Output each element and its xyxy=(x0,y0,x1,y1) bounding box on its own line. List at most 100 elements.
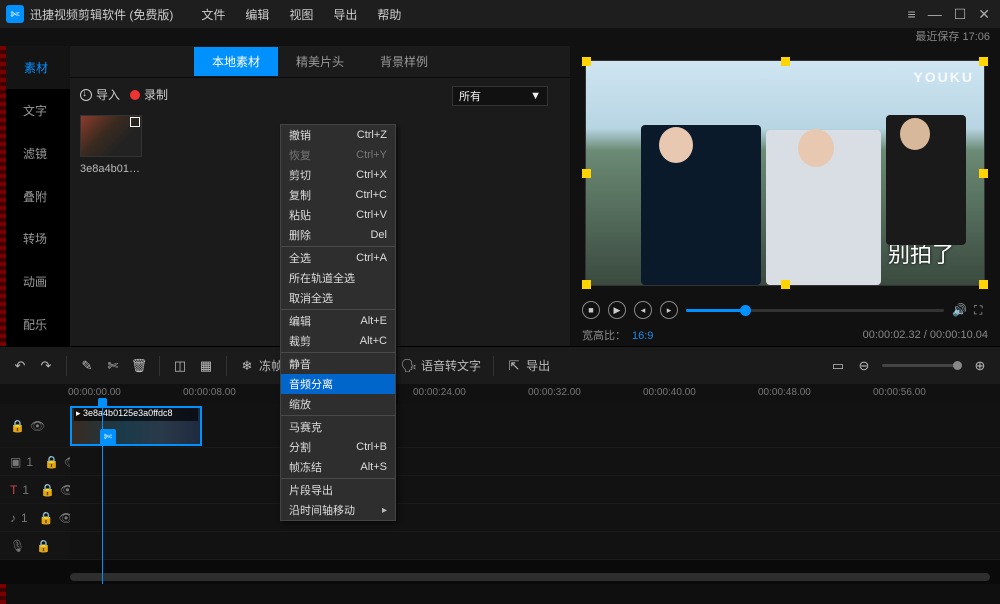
volume-icon[interactable]: 🔊 xyxy=(952,303,966,317)
delete-icon[interactable]: 🗑 xyxy=(131,358,147,374)
tab-intros[interactable]: 精美片头 xyxy=(278,47,362,76)
ctx-item[interactable]: 复制Ctrl+C xyxy=(281,185,395,205)
undo-icon[interactable]: ↶ xyxy=(12,358,28,374)
fullscreen-icon[interactable]: ⛶ xyxy=(974,303,988,317)
lock-icon[interactable]: 🔒 xyxy=(36,539,51,553)
media-thumbnail[interactable]: 3e8a4b012... xyxy=(80,115,142,175)
resize-handle[interactable] xyxy=(582,280,591,289)
zoom-in-icon[interactable]: ⊕ xyxy=(972,358,988,374)
playhead[interactable] xyxy=(102,404,103,584)
lock-icon[interactable]: 🔒 xyxy=(39,511,54,525)
close-icon[interactable]: ✕ xyxy=(978,6,990,23)
eye-icon[interactable]: 👁 xyxy=(30,419,45,433)
fit-icon[interactable]: ▭ xyxy=(830,358,846,374)
ctx-item[interactable]: 沿时间轴移动▸ xyxy=(281,500,395,520)
ctx-item[interactable]: 缩放 xyxy=(281,394,395,414)
settings-icon[interactable]: ≡ xyxy=(908,6,916,23)
next-frame-button[interactable]: ▸ xyxy=(660,301,678,319)
tab-local-media[interactable]: 本地素材 xyxy=(194,47,278,76)
track-header-text[interactable]: T1🔒👁 xyxy=(0,476,70,503)
speech-icon: 🗣 xyxy=(401,358,417,374)
resize-handle[interactable] xyxy=(781,280,790,289)
nav-animation[interactable]: 动画 xyxy=(0,260,70,303)
ctx-item[interactable]: 静音 xyxy=(281,354,395,374)
ctx-item[interactable]: 帧冻结Alt+S xyxy=(281,457,395,477)
cut-icon[interactable]: ✄ xyxy=(105,358,121,374)
stop-button[interactable]: ■ xyxy=(582,301,600,319)
horizontal-scrollbar[interactable] xyxy=(70,572,994,582)
timeline-toolbar: ↶ ↷ ✎ ✄ 🗑 ◫ ▦ ❄冻帧 ◷时长 🎤配音 🗣语音转文字 ⇱导出 ▭ ⊖… xyxy=(0,346,1000,384)
ctx-item[interactable]: 全选Ctrl+A xyxy=(281,248,395,268)
import-button[interactable]: 导入 xyxy=(80,86,120,103)
tab-bg-samples[interactable]: 背景样例 xyxy=(362,47,446,76)
record-button[interactable]: 录制 xyxy=(130,86,168,103)
resize-handle[interactable] xyxy=(781,57,790,66)
resize-handle[interactable] xyxy=(979,169,988,178)
ctx-item[interactable]: 粘贴Ctrl+V xyxy=(281,205,395,225)
figure xyxy=(900,118,930,150)
export-icon: ⇱ xyxy=(506,358,522,374)
menu-help[interactable]: 帮助 xyxy=(367,6,411,23)
media-panel: 本地素材 精美片头 背景样例 导入 录制 所有▼ 3e8a4b012... 撤销… xyxy=(70,46,570,346)
zoom-slider[interactable] xyxy=(882,364,962,367)
ctx-item[interactable]: 裁剪Alt+C xyxy=(281,331,395,351)
nav-text[interactable]: 文字 xyxy=(0,89,70,132)
ctx-item[interactable]: 剪切Ctrl+X xyxy=(281,165,395,185)
crop-icon[interactable]: ◫ xyxy=(172,358,188,374)
nav-music[interactable]: 配乐 xyxy=(0,303,70,346)
zoom-out-icon[interactable]: ⊖ xyxy=(856,358,872,374)
menu-export[interactable]: 导出 xyxy=(323,6,367,23)
resize-handle[interactable] xyxy=(979,280,988,289)
maximize-icon[interactable]: ☐ xyxy=(954,6,967,23)
redo-icon[interactable]: ↷ xyxy=(38,358,54,374)
stt-button[interactable]: 🗣语音转文字 xyxy=(401,357,481,374)
nav-overlay[interactable]: 叠附 xyxy=(0,175,70,218)
chevron-down-icon: ▼ xyxy=(530,90,541,102)
time-display: 00:00:02.32 / 00:00:10.04 xyxy=(863,329,988,341)
nav-transition[interactable]: 转场 xyxy=(0,217,70,260)
progress-knob[interactable] xyxy=(740,305,751,316)
ctx-item[interactable]: 撤销Ctrl+Z xyxy=(281,125,395,145)
track-header-audio[interactable]: ♪1🔒👁 xyxy=(0,504,70,531)
record-icon xyxy=(130,90,140,100)
lock-icon[interactable]: 🔒 xyxy=(40,483,55,497)
progress-track[interactable] xyxy=(686,309,944,312)
export-button[interactable]: ⇱导出 xyxy=(506,357,550,374)
preview-canvas[interactable]: YOUKU 别拍了 xyxy=(585,60,985,286)
ctx-item[interactable]: 编辑Alt+E xyxy=(281,311,395,331)
resize-handle[interactable] xyxy=(979,57,988,66)
ctx-item[interactable]: 取消全选 xyxy=(281,288,395,308)
ctx-item[interactable]: 片段导出 xyxy=(281,480,395,500)
media-filter-dropdown[interactable]: 所有▼ xyxy=(452,86,548,106)
menu-edit[interactable]: 编辑 xyxy=(235,6,279,23)
ctx-item[interactable]: 恢复Ctrl+Y xyxy=(281,145,395,165)
timeline-tracks: 🔒👁 ▸ 3e8a4b0125e3a0ffdc8 ✄ ▣1🔒👁 T1🔒👁 ♪1🔒… xyxy=(0,404,1000,584)
nav-filter[interactable]: 滤镜 xyxy=(0,132,70,175)
menu-view[interactable]: 视图 xyxy=(279,6,323,23)
lock-icon[interactable]: 🔒 xyxy=(10,419,25,433)
ctx-item[interactable]: 音频分离 xyxy=(281,374,395,394)
resize-handle[interactable] xyxy=(582,57,591,66)
mosaic-icon[interactable]: ▦ xyxy=(198,358,214,374)
minimize-icon[interactable]: — xyxy=(928,6,942,23)
track-header-video[interactable]: 🔒👁 xyxy=(0,404,70,447)
ctx-item[interactable]: 分割Ctrl+B xyxy=(281,437,395,457)
play-button[interactable]: ▶ xyxy=(608,301,626,319)
resize-handle[interactable] xyxy=(582,169,591,178)
edit-icon[interactable]: ✎ xyxy=(79,358,95,374)
figure xyxy=(798,129,834,167)
prev-frame-button[interactable]: ◂ xyxy=(634,301,652,319)
video-clip[interactable]: ▸ 3e8a4b0125e3a0ffdc8 ✄ xyxy=(70,406,202,446)
lock-icon[interactable]: 🔒 xyxy=(44,455,59,469)
watermark: YOUKU xyxy=(913,69,974,85)
ctx-item[interactable]: 马赛克 xyxy=(281,417,395,437)
track-header-pip[interactable]: ▣1🔒👁 xyxy=(0,448,70,475)
timeline-ruler[interactable]: 00:00:00.0000:00:08.0000:00:16.0000:00:2… xyxy=(0,384,1000,404)
track-header-mic[interactable]: 🎙🔒 xyxy=(0,532,70,559)
nav-media[interactable]: 素材 xyxy=(0,46,70,89)
ctx-item[interactable]: 删除Del xyxy=(281,225,395,245)
freeze-button[interactable]: ❄冻帧 xyxy=(239,357,283,374)
menu-file[interactable]: 文件 xyxy=(191,6,235,23)
ctx-item[interactable]: 所在轨道全选 xyxy=(281,268,395,288)
thumbnail-label: 3e8a4b012... xyxy=(80,163,142,175)
